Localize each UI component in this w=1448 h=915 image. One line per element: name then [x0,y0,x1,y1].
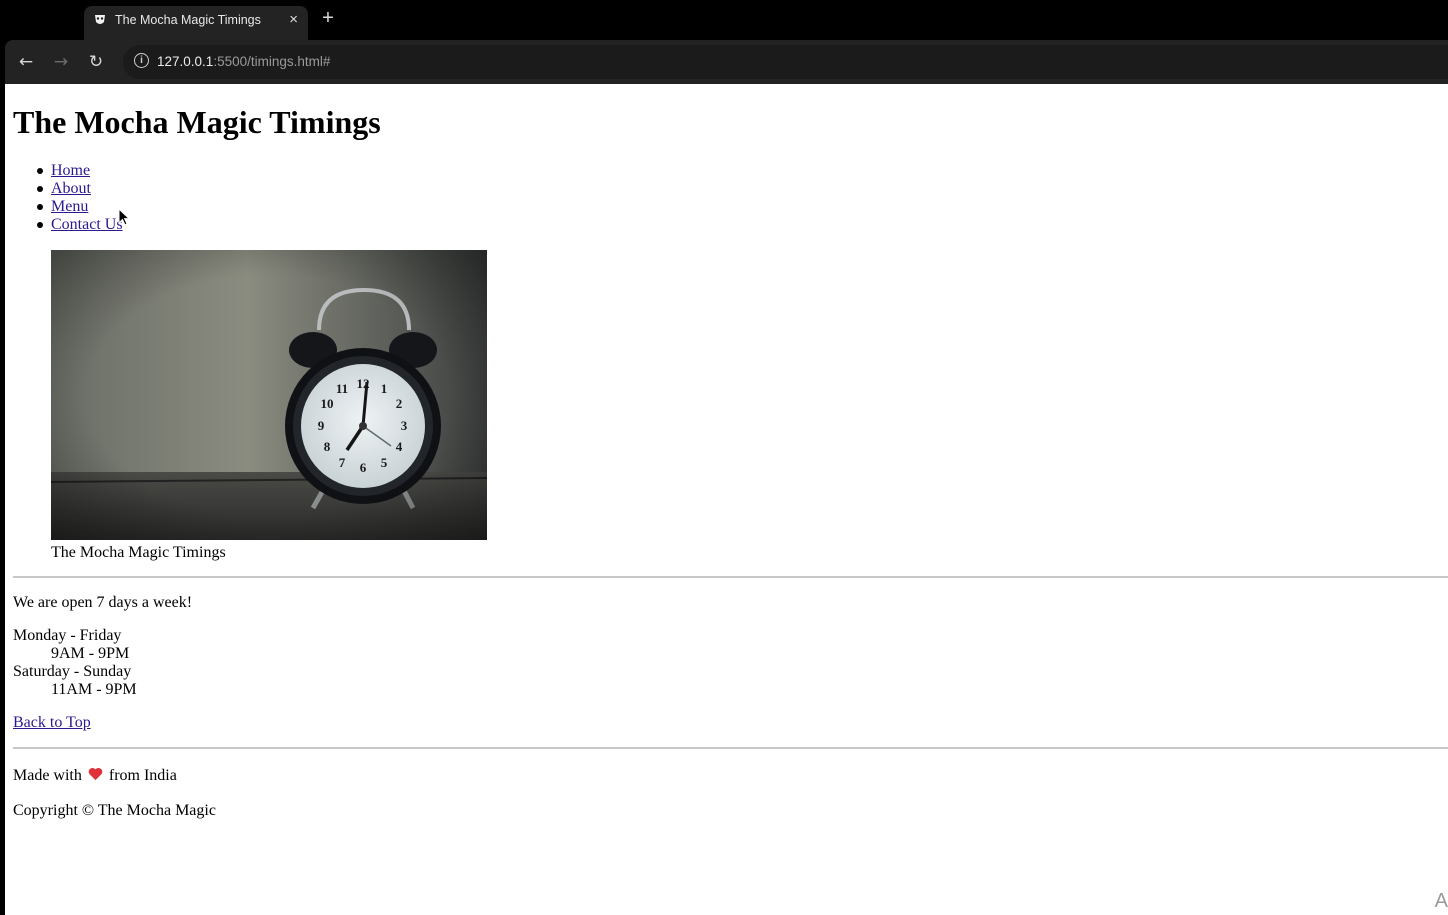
schedule-hours-weekend: 11AM - 9PM [51,681,137,698]
page-viewport: The Mocha Magic Timings Home About Menu … [5,84,1448,915]
browser-toolbar: ← → ↻ i 127.0.0.1:5500/timings.html# [5,40,1448,84]
site-info-icon[interactable]: i [134,53,149,68]
made-with-prefix: Made with [13,767,82,784]
back-to-top-link[interactable]: Back to Top [13,714,91,732]
reload-icon[interactable]: ↻ [86,52,106,72]
made-with-line: Made with from India [13,767,177,785]
figure-caption: The Mocha Magic Timings [51,544,226,561]
browser-tab-strip: The Mocha Magic Timings × + [0,0,1448,40]
new-tab-button[interactable]: + [318,8,338,28]
nav-link-contact[interactable]: Contact Us [51,216,123,233]
page-title: The Mocha Magic Timings [13,104,381,140]
tab-close-icon[interactable]: × [289,11,298,28]
nav-link-about[interactable]: About [51,180,91,197]
back-arrow-icon[interactable]: ← [16,52,36,72]
nav-item-home: Home [37,162,123,180]
mouse-cursor-icon [118,208,130,226]
divider [13,576,1448,578]
url-host: 127.0.0.1 [157,54,214,69]
url-text[interactable]: 127.0.0.1:5500/timings.html# [157,54,330,69]
copyright-text: Copyright © The Mocha Magic [13,802,216,819]
schedule-days-weekday: Monday - Friday [13,627,122,644]
address-bar[interactable]: i 127.0.0.1:5500/timings.html# [123,45,1448,79]
forward-arrow-icon[interactable]: → [51,52,71,72]
browser-tab[interactable]: The Mocha Magic Timings × [84,6,308,40]
url-path: :5500/timings.html# [213,54,331,69]
schedule-days-weekend: Saturday - Sunday [13,663,132,680]
schedule-hours-weekday: 9AM - 9PM [51,645,130,662]
nav-link-home[interactable]: Home [51,162,90,179]
corner-overlay-glyph: A [1434,890,1448,912]
heart-icon [88,767,103,781]
nav-item-about: About [37,180,123,198]
nav-link-menu[interactable]: Menu [51,198,88,215]
nav-item-menu: Menu [37,198,123,216]
nav-item-contact: Contact Us [37,216,123,234]
tab-title: The Mocha Magic Timings [115,13,261,27]
divider [13,747,1448,749]
site-nav: Home About Menu Contact Us [37,162,123,234]
favicon-icon [95,15,105,24]
alarm-clock-image: 1212 345 678 91011 [51,250,487,540]
made-with-suffix: from India [108,767,177,784]
open-days-text: We are open 7 days a week! [13,594,193,611]
